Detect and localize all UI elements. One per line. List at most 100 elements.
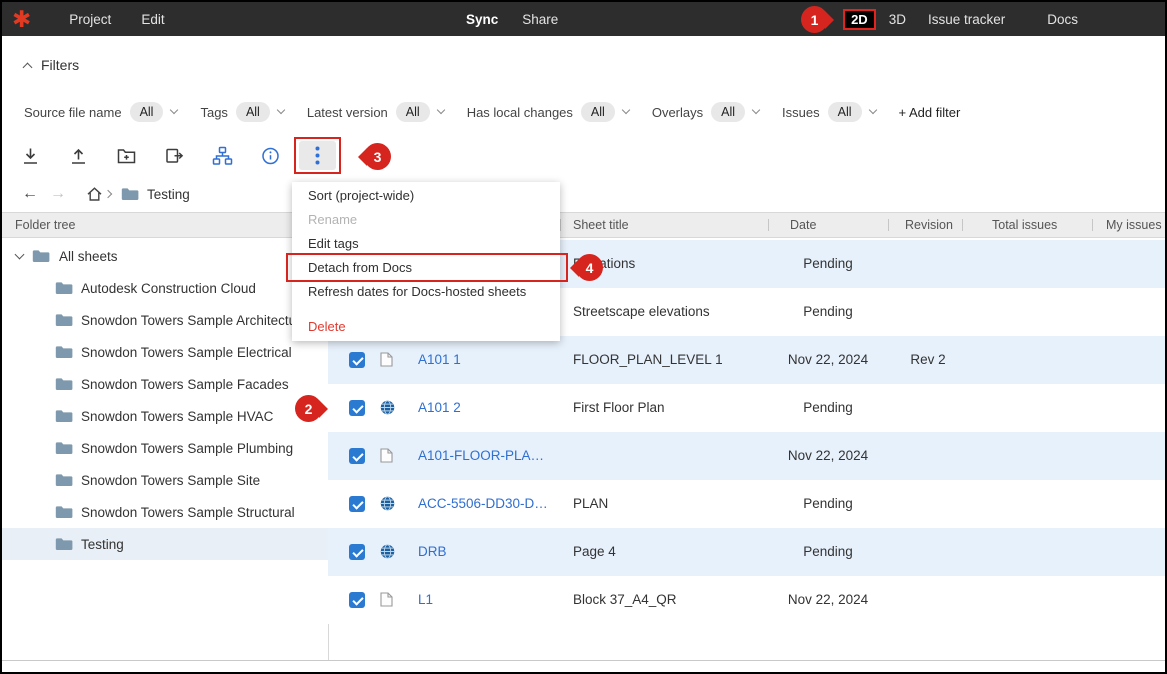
folder-tree-item-hvac[interactable]: Snowdon Towers Sample HVAC (2, 400, 328, 432)
sheet-number-link[interactable]: ACC-5506-DD30-D… (418, 496, 548, 511)
sheet-row[interactable]: DRB Page 4 Pending (328, 528, 1165, 576)
column-separator (888, 219, 889, 231)
folder-tree-item-testing[interactable]: Testing (2, 528, 328, 560)
filter-label: Latest version (307, 105, 388, 120)
folder-label: Autodesk Construction Cloud (81, 281, 256, 296)
upload-sheets-icon[interactable] (68, 146, 89, 166)
filter-value-pill: All (236, 102, 270, 122)
topbar-right-group: 2D 3D Issue tracker Docs (843, 2, 1078, 36)
filter-label: Source file name (24, 105, 122, 120)
tree-view-icon[interactable] (212, 146, 233, 166)
sheets-toolbar (20, 139, 281, 173)
sheet-number-link[interactable]: A101 1 (418, 352, 461, 367)
folder-tree-item-autodesk-construction-cloud[interactable]: Autodesk Construction Cloud (2, 272, 328, 304)
menu-item-rename: Rename (292, 208, 560, 232)
filter-tags[interactable]: Tags All (200, 102, 283, 122)
column-header-sheet-title[interactable]: Sheet title (573, 218, 629, 232)
mode-2d-button[interactable]: 2D (843, 9, 876, 30)
chevron-down-icon (622, 106, 630, 114)
filters-row: Source file name All Tags All Latest ver… (24, 102, 960, 122)
filter-label: Issues (782, 105, 820, 120)
sheet-row[interactable]: A101-FLOOR-PLA… Nov 22, 2024 (328, 432, 1165, 480)
info-icon[interactable] (260, 146, 281, 166)
menu-issue-tracker[interactable]: Issue tracker (928, 12, 1005, 27)
folder-icon (55, 377, 73, 391)
add-filter-button[interactable]: + Add filter (899, 105, 961, 120)
menu-item-sort-project-wide[interactable]: Sort (project-wide) (292, 184, 560, 208)
column-header-total-issues[interactable]: Total issues (992, 218, 1057, 232)
menu-edit[interactable]: Edit (141, 12, 164, 27)
folder-tree-item-structural[interactable]: Snowdon Towers Sample Structural (2, 496, 328, 528)
folder-tree-item-electrical[interactable]: Snowdon Towers Sample Electrical (2, 336, 328, 368)
folder-label: Testing (81, 537, 124, 552)
sheet-number-link[interactable]: A101-FLOOR-PLA… (418, 448, 544, 463)
revision-cell: Rev 2 (888, 352, 968, 367)
menu-share[interactable]: Share (522, 12, 558, 27)
callout-4: 4 (576, 254, 603, 281)
row-checkbox-checked[interactable] (349, 544, 365, 560)
mode-3d-button[interactable]: 3D (889, 12, 906, 27)
column-separator (560, 219, 561, 231)
home-icon[interactable] (86, 186, 103, 202)
row-checkbox-checked[interactable] (349, 592, 365, 608)
sheet-row[interactable]: L1 Block 37_A4_QR Nov 22, 2024 (328, 576, 1165, 624)
row-checkbox-checked[interactable] (349, 496, 365, 512)
column-separator (768, 219, 769, 231)
filter-has-local-changes[interactable]: Has local changes All (467, 102, 629, 122)
folder-label: Snowdon Towers Sample Architectural (81, 313, 311, 328)
row-checkbox-checked[interactable] (349, 400, 365, 416)
date-cell: Nov 22, 2024 (768, 352, 888, 367)
date-cell: Nov 22, 2024 (768, 448, 888, 463)
folder-tree-root-all-sheets[interactable]: All sheets (2, 240, 328, 272)
sheet-row[interactable]: A101 1 FLOOR_PLAN_LEVEL 1 Nov 22, 2024 R… (328, 336, 1165, 384)
sheet-title-cell: First Floor Plan (573, 400, 665, 415)
row-checkbox-checked[interactable] (349, 352, 365, 368)
sheet-row[interactable]: A101 2 First Floor Plan Pending (328, 384, 1165, 432)
document-icon (380, 352, 393, 367)
menu-sync[interactable]: Sync (466, 12, 498, 27)
sheet-number-link[interactable]: L1 (418, 592, 433, 607)
sheet-number-link[interactable]: A101 2 (418, 400, 461, 415)
menu-item-delete[interactable]: Delete (292, 315, 560, 339)
folder-tree-item-site[interactable]: Snowdon Towers Sample Site (2, 464, 328, 496)
folder-icon (55, 505, 73, 519)
move-sheet-icon[interactable] (164, 146, 185, 166)
app-logo-icon[interactable]: ✱ (12, 8, 31, 31)
folder-icon (55, 441, 73, 455)
filter-value-pill: All (396, 102, 430, 122)
folder-icon (121, 187, 139, 201)
chevron-down-icon (15, 249, 25, 259)
back-arrow-icon[interactable]: ← (22, 185, 38, 203)
column-header-date[interactable]: Date (790, 218, 816, 232)
column-header-my-issues[interactable]: My issues (1106, 218, 1162, 232)
filter-issues[interactable]: Issues All (782, 102, 875, 122)
sheet-number-link[interactable]: DRB (418, 544, 447, 559)
docs-globe-icon (380, 496, 395, 511)
folder-tree-item-plumbing[interactable]: Snowdon Towers Sample Plumbing (2, 432, 328, 464)
chevron-down-icon (170, 106, 178, 114)
sheet-title-cell: FLOOR_PLAN_LEVEL 1 (573, 352, 723, 367)
menu-docs[interactable]: Docs (1047, 12, 1078, 27)
folder-label: Snowdon Towers Sample Facades (81, 377, 289, 392)
filter-value-pill: All (828, 102, 862, 122)
top-menu-bar: ✱ Project Edit Sync Share 2D 3D Issue tr… (2, 2, 1165, 36)
filter-source-file-name[interactable]: Source file name All (24, 102, 177, 122)
menu-item-refresh-dates[interactable]: Refresh dates for Docs-hosted sheets (292, 280, 560, 304)
filter-overlays[interactable]: Overlays All (652, 102, 759, 122)
sheet-row[interactable]: ACC-5506-DD30-D… PLAN Pending (328, 480, 1165, 528)
filters-collapse-toggle[interactable]: Filters (24, 57, 79, 73)
folder-tree-item-architectural[interactable]: Snowdon Towers Sample Architectural (2, 304, 328, 336)
chevron-down-icon (277, 106, 285, 114)
date-cell: Pending (768, 256, 888, 271)
topbar-center-group: Sync Share (466, 2, 558, 36)
folder-tree-item-facades[interactable]: Snowdon Towers Sample Facades (2, 368, 328, 400)
date-cell: Pending (768, 304, 888, 319)
folder-tree-panel: All sheets Autodesk Construction Cloud S… (2, 240, 328, 560)
folder-label: Snowdon Towers Sample Site (81, 473, 260, 488)
menu-project[interactable]: Project (69, 12, 111, 27)
column-header-revision[interactable]: Revision (905, 218, 953, 232)
row-checkbox-checked[interactable] (349, 448, 365, 464)
new-folder-icon[interactable] (116, 146, 137, 166)
filter-latest-version[interactable]: Latest version All (307, 102, 444, 122)
download-sheets-icon[interactable] (20, 146, 41, 166)
